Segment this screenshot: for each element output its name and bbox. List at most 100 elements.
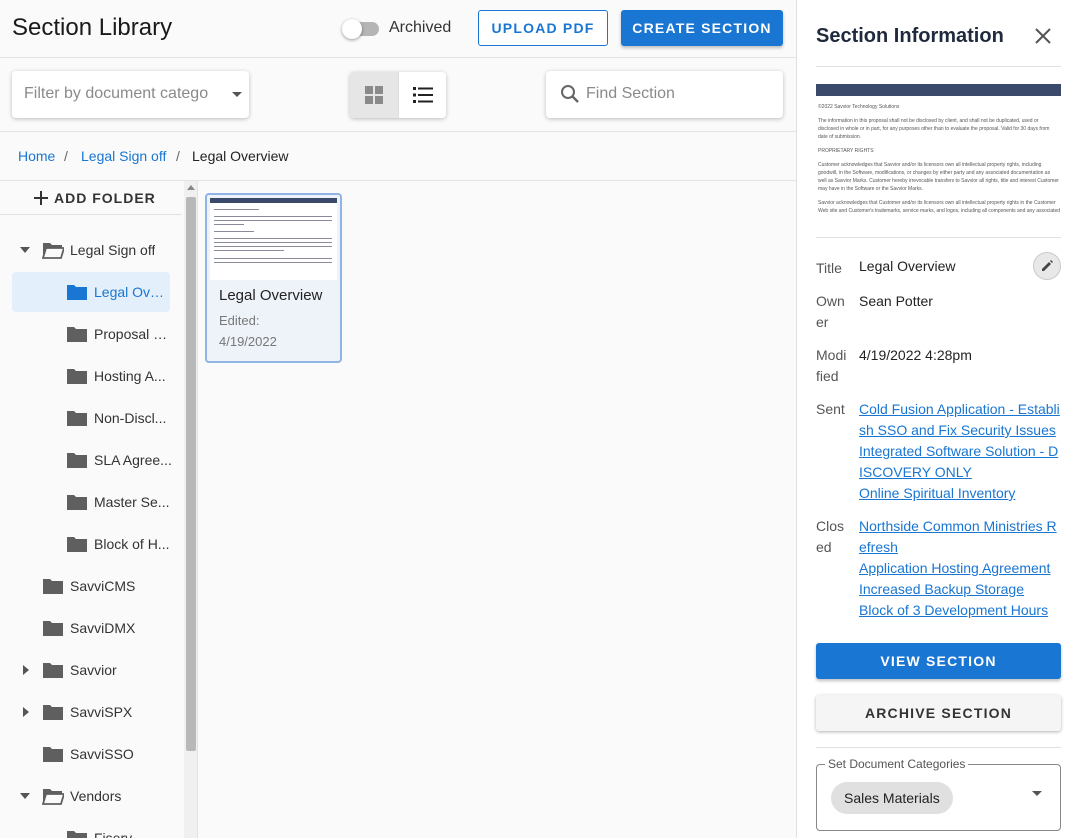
close-icon[interactable] (1033, 26, 1053, 46)
list-view-button[interactable] (398, 72, 446, 118)
folder-icon (67, 831, 87, 838)
folder-icon (67, 537, 87, 552)
tree-item-non-disclosure[interactable]: Non-Discl... (12, 398, 172, 438)
tree-item-master-services[interactable]: Master Se... (12, 482, 172, 522)
closed-label: Closed (816, 518, 845, 555)
tree-item-legal-sign-off[interactable]: Legal Sign off (12, 230, 172, 270)
owner-value: Sean Potter (859, 293, 933, 309)
folder-icon (67, 285, 87, 300)
caret-down-icon[interactable] (18, 789, 32, 803)
scroll-up-arrow-icon[interactable] (187, 185, 195, 190)
tree-item-hosting[interactable]: Hosting A... (12, 356, 172, 396)
tree-item-label: Block of H... (94, 536, 170, 552)
upload-pdf-button[interactable]: UPLOAD PDF (478, 10, 608, 46)
preview-header-band (816, 84, 1061, 96)
tree-item-savvidmx[interactable]: SavviDMX (12, 608, 172, 648)
section-thumbnail (210, 198, 337, 280)
archived-toggle[interactable] (342, 19, 382, 39)
tree-item-label: Savvior (70, 662, 117, 678)
divider (816, 747, 1061, 748)
search-icon (561, 85, 579, 103)
tree-item-label: SavviCMS (70, 578, 136, 594)
grid-view-button[interactable] (350, 72, 398, 118)
closed-proposal-link[interactable]: Increased Backup Storage (859, 579, 1061, 600)
tree-item-proposal[interactable]: Proposal S... (12, 314, 172, 354)
sent-label: Sent (816, 401, 845, 417)
sent-links: Cold Fusion Application - Establish SSO … (859, 399, 1061, 504)
view-section-button[interactable]: VIEW SECTION (816, 643, 1061, 679)
tree-item-label: SLA Agree... (94, 452, 172, 468)
tree-item-label: SavviDMX (70, 620, 136, 636)
plus-icon (34, 191, 48, 205)
title-value: Legal Overview (859, 258, 956, 274)
edit-title-button[interactable] (1033, 252, 1061, 280)
folder-icon (67, 369, 87, 384)
chevron-down-icon (232, 92, 242, 97)
modified-label: Modified (816, 347, 847, 384)
folder-open-icon (42, 789, 64, 805)
sent-proposal-link[interactable]: Online Spiritual Inventory (859, 483, 1061, 504)
chevron-down-icon (1032, 791, 1042, 796)
preview-line: ©2022 Savvior Technology Solutions (818, 104, 900, 110)
tree-item-label: Non-Discl... (94, 410, 167, 426)
category-chip[interactable]: Sales Materials (831, 782, 953, 814)
document-categories-select[interactable]: Set Document Categories Sales Materials (816, 757, 1061, 831)
archived-label: Archived (389, 19, 452, 36)
tree-item-savvisso[interactable]: SavviSSO (12, 734, 172, 774)
tree-item-label: Proposal S... (94, 326, 172, 342)
closed-proposal-link[interactable]: Block of 3 Development Hours (859, 600, 1061, 621)
folder-open-icon (42, 243, 64, 259)
sent-proposal-link[interactable]: Cold Fusion Application - Establish SSO … (859, 399, 1061, 441)
category-filter-select[interactable]: Filter by document category (12, 71, 249, 118)
tree-item-savvispx[interactable]: SavviSPX (12, 692, 172, 732)
categories-label: Set Document Categories (825, 757, 969, 771)
section-card-title: Legal Overview (219, 287, 323, 304)
tree-item-block-of-hours[interactable]: Block of H... (12, 524, 172, 564)
tree-item-fiserv[interactable]: Fiserv (12, 818, 172, 838)
preview-line: PROPRIETARY RIGHTS (818, 148, 874, 154)
tree-item-savvicms[interactable]: SavviCMS (12, 566, 172, 606)
tree-item-vendors[interactable]: Vendors (12, 776, 172, 816)
edited-label: Edited: (219, 313, 260, 328)
add-folder-label: ADD FOLDER (54, 190, 156, 206)
closed-links: Northside Common Ministries Refresh Appl… (859, 516, 1061, 621)
folder-icon (43, 747, 63, 762)
closed-proposal-link[interactable]: Northside Common Ministries Refresh (859, 516, 1061, 558)
folder-icon (67, 327, 87, 342)
edited-date: 4/19/2022 (219, 334, 277, 349)
toolbar: Filter by document category Find Section (0, 58, 796, 132)
breadcrumb-current: Legal Overview (192, 148, 289, 164)
category-filter-placeholder: Filter by document category (24, 85, 208, 102)
sent-proposal-link[interactable]: Integrated Software Solution - DISCOVERY… (859, 441, 1061, 483)
preview-line: well as Savvior Marks. Customer hereby i… (818, 178, 1059, 184)
sidebar-scrollbar[interactable] (184, 181, 197, 838)
tree-item-savvior[interactable]: Savvior (12, 650, 172, 690)
preview-line: Customer acknowledges that Savvior and/o… (818, 162, 1042, 168)
tree-item-label: Legal Sign off (70, 242, 156, 258)
view-toggle (350, 72, 446, 118)
breadcrumb-home[interactable]: Home (18, 148, 55, 164)
find-section-input[interactable]: Find Section (546, 71, 783, 118)
caret-down-icon[interactable] (18, 243, 32, 257)
archive-section-button[interactable]: ARCHIVE SECTION (816, 695, 1061, 731)
folder-icon (67, 453, 87, 468)
caret-right-icon[interactable] (19, 705, 33, 719)
divider (816, 237, 1061, 238)
breadcrumb-legal-sign-off[interactable]: Legal Sign off (81, 148, 166, 164)
scroll-thumb[interactable] (186, 197, 196, 751)
preview-line: Web site and Customer's trademarks, serv… (818, 208, 1061, 214)
create-section-button[interactable]: CREATE SECTION (621, 10, 783, 46)
owner-label: Owner (816, 293, 845, 330)
toggle-thumb (342, 19, 362, 39)
section-card[interactable]: Legal Overview Edited: 4/19/2022 (205, 193, 342, 363)
closed-proposal-link[interactable]: Application Hosting Agreement (859, 558, 1061, 579)
tree-item-legal-overview[interactable]: Legal Overview (12, 272, 170, 312)
preview-line: date of submission. (818, 134, 862, 140)
modified-value: 4/19/2022 4:28pm (859, 347, 972, 363)
preview-line: disclosed in whole or in part, for any p… (818, 126, 1050, 132)
caret-right-icon[interactable] (19, 663, 33, 677)
tree-item-sla-agreement[interactable]: SLA Agree... (12, 440, 172, 480)
add-folder-button[interactable]: ADD FOLDER (34, 190, 156, 206)
folder-icon (43, 621, 63, 636)
section-preview: ©2022 Savvior Technology Solutions The i… (816, 84, 1061, 220)
